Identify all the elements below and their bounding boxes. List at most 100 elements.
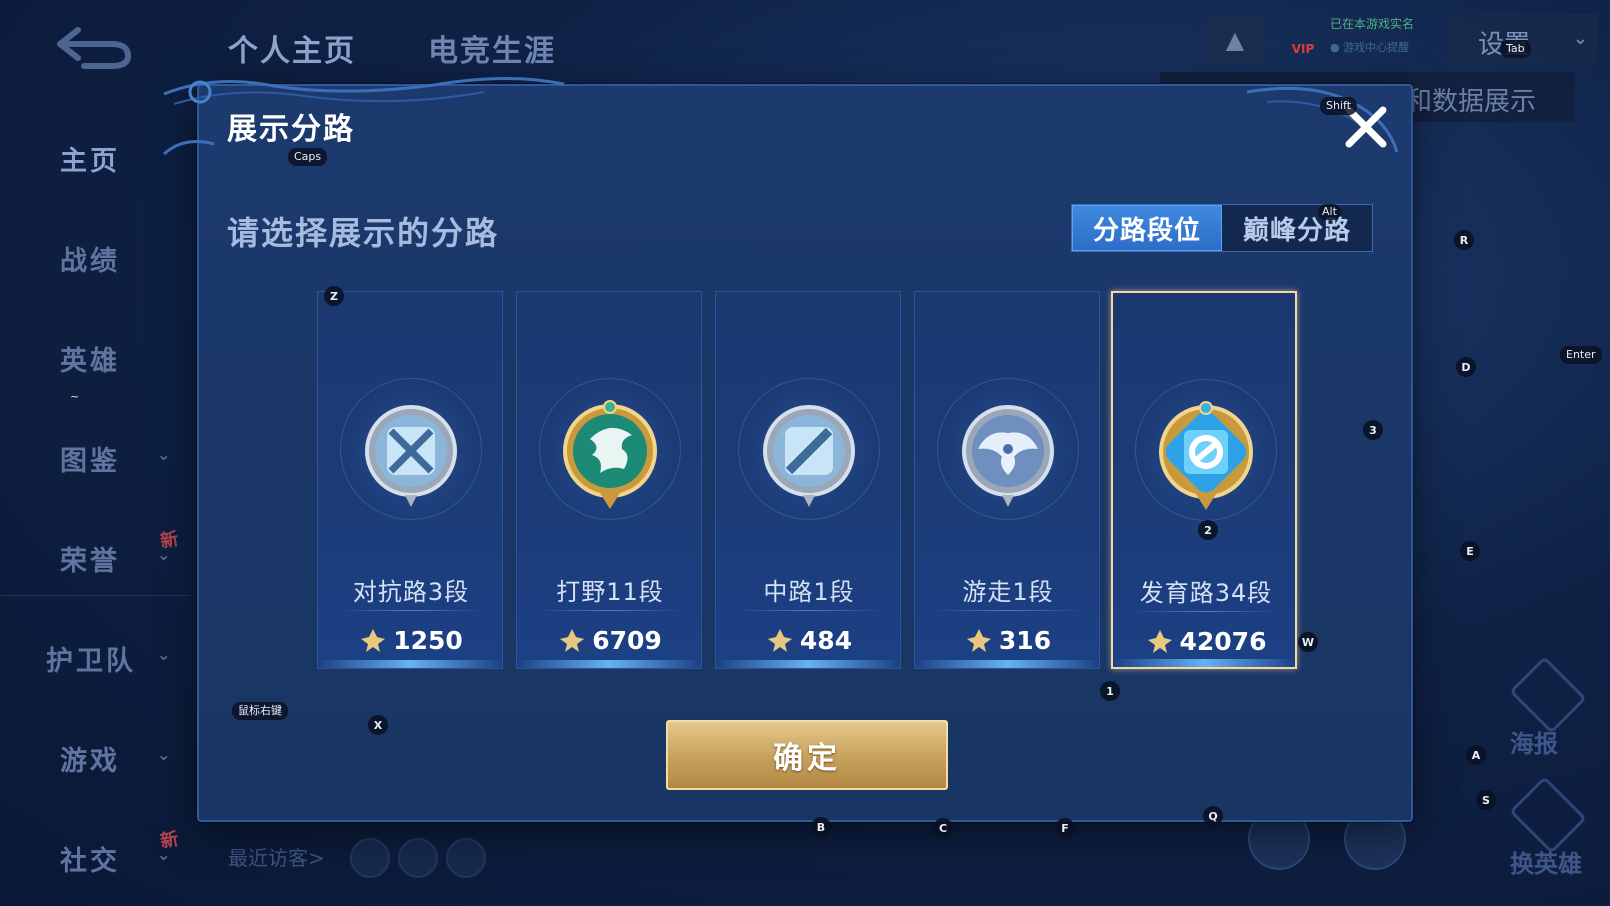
lane-score-value: 484 (799, 625, 853, 655)
lane-name: 游走1段 (962, 578, 1054, 606)
key-hint-mouse-right: 鼠标右键 (232, 702, 288, 720)
realname-sub: ● 游戏中心提醒 (1330, 41, 1410, 54)
visitor-avatar[interactable] (398, 838, 438, 878)
divider (734, 610, 884, 611)
roam-wings-badge-icon (962, 405, 1054, 507)
select-lane-prompt: 请选择展示的分路 (227, 214, 500, 252)
star-points-icon (767, 629, 792, 652)
key-hint-3: 3 (1363, 420, 1383, 440)
key-hint-tab: Tab (1500, 40, 1531, 58)
sidebar-item-label: 护卫队 (46, 646, 136, 677)
realname-line: 已在本游戏实名 (1330, 17, 1415, 31)
key-hint-z: Z (324, 286, 344, 306)
change-hero-label: 换英雄 (1510, 850, 1582, 878)
chevron-down-icon: ⌄ (157, 545, 171, 564)
lane-name: 中路1段 (763, 578, 855, 606)
sidebar-item-heroes[interactable]: 英雄 (0, 327, 190, 387)
card-bottom-glow (318, 660, 502, 668)
tab-peak-lane[interactable]: 巅峰分路 (1222, 205, 1372, 251)
chevron-down-icon: ⌄ (157, 845, 171, 864)
sidebar-item-guard-team[interactable]: 护卫队 ⌄ (0, 627, 190, 687)
divider (933, 610, 1083, 611)
lane-score: 316 (915, 622, 1101, 658)
visitor-avatar[interactable] (446, 838, 486, 878)
poster-icon (1509, 656, 1587, 734)
key-hint-shift: Shift (1320, 97, 1358, 115)
sidebar-item-label: 社交 (60, 846, 120, 877)
lane-card-roam[interactable]: 游走1段 316 (914, 291, 1100, 669)
change-hero-icon (1509, 776, 1587, 854)
tab-personal-home[interactable]: 个人主页 (228, 26, 356, 70)
vip-badge[interactable]: VIP (1280, 14, 1326, 64)
sidebar-item-label: 英雄 (60, 346, 120, 377)
mid-lane-badge-icon (763, 405, 855, 507)
card-bottom-glow (517, 660, 701, 668)
sidebar-item-honors[interactable]: 新 荣誉 ⌄ (0, 527, 190, 587)
sidebar-item-social[interactable]: 新 社交 ⌄ (0, 827, 190, 887)
lane-score-value: 1250 (393, 625, 463, 655)
key-hint-e: E (1460, 541, 1480, 561)
visitor-avatar[interactable] (350, 838, 390, 878)
chevron-down-icon: ⌄ (1572, 28, 1588, 49)
divider (535, 610, 685, 611)
sidebar-item-records[interactable]: 战绩 (0, 227, 190, 287)
sidebar-item-label: 图鉴 (60, 446, 120, 477)
lane-score: 1250 (318, 622, 504, 658)
key-hint-q: Q (1203, 806, 1223, 826)
star-points-icon (361, 629, 386, 652)
lane-score-value: 316 (998, 625, 1052, 655)
lane-name: 打野11段 (556, 578, 664, 606)
lane-score-value: 42076 (1179, 626, 1267, 656)
sidebar-divider (0, 595, 190, 596)
key-hint-1: 1 (1100, 681, 1120, 701)
key-hint-b: B (811, 817, 831, 837)
lane-card-jungle[interactable]: 打野11段 6709 (516, 291, 702, 669)
recent-visitors-link[interactable]: 最近访客> (228, 842, 325, 871)
key-hint-x: X (368, 715, 388, 735)
sidebar-item-games[interactable]: 游戏 ⌄ (0, 727, 190, 787)
poster-button[interactable]: 海报 (1509, 656, 1590, 760)
key-hint-tilde: ~ (70, 390, 80, 403)
change-hero-button[interactable]: 换英雄 (1509, 776, 1600, 880)
lane-score: 42076 (1113, 623, 1299, 659)
lane-score-value: 6709 (592, 625, 662, 655)
divider (1131, 611, 1281, 612)
key-hint-d: D (1456, 357, 1476, 377)
card-bottom-glow (716, 660, 900, 668)
back-arrow-icon[interactable] (50, 22, 134, 70)
sidebar-item-label: 战绩 (60, 246, 120, 277)
lane-score: 484 (716, 622, 902, 658)
lane-card-farm[interactable]: 发育路34段 42076 (1111, 291, 1297, 669)
key-hint-a: A (1466, 745, 1486, 765)
key-hint-c: C (933, 818, 953, 838)
vip-label: VIP (1291, 42, 1315, 56)
lane-name: 对抗路3段 (352, 578, 470, 606)
lane-card-mid[interactable]: 中路1段 484 (715, 291, 901, 669)
card-bottom-glow (915, 660, 1099, 668)
confirm-button[interactable]: 确定 (666, 720, 948, 790)
bell-icon[interactable]: ▲ (1205, 16, 1265, 64)
sidebar-item-label: 主页 (60, 146, 120, 177)
sidebar-item-codex[interactable]: 图鉴 ⌄ (0, 427, 190, 487)
key-hint-caps: Caps (288, 148, 328, 166)
farm-lane-badge-icon (1159, 401, 1253, 510)
chevron-down-icon: ⌄ (157, 745, 171, 764)
poster-label: 海报 (1510, 730, 1558, 758)
jungle-dragon-badge-icon (563, 400, 657, 509)
key-hint-s: S (1476, 790, 1496, 810)
key-hint-alt: Alt (1318, 204, 1341, 220)
lane-name: 发育路34段 (1139, 579, 1273, 607)
chevron-down-icon: ⌄ (157, 645, 171, 664)
chevron-down-icon: ⌄ (157, 445, 171, 464)
tab-lane-rank[interactable]: 分路段位 (1072, 205, 1222, 251)
tab-esports-career[interactable]: 电竞生涯 (428, 26, 556, 70)
lane-card-clash[interactable]: 对抗路3段 1250 (317, 291, 503, 669)
realname-status: 已在本游戏实名 ● 游戏中心提醒 (1330, 12, 1440, 60)
show-lane-dialog: 展示分路 请选择展示的分路 分路段位 巅峰分路 对抗路3段 1250 打野11段… (162, 76, 1413, 822)
lane-score: 6709 (517, 622, 703, 658)
sidebar-item-label: 荣誉 (60, 546, 120, 577)
lane-card-list: 对抗路3段 1250 打野11段 6709 中路1段 484 游走1段 316 … (317, 291, 1297, 671)
star-points-icon (560, 629, 585, 652)
clash-lane-badge-icon (365, 405, 457, 507)
divider (336, 610, 486, 611)
